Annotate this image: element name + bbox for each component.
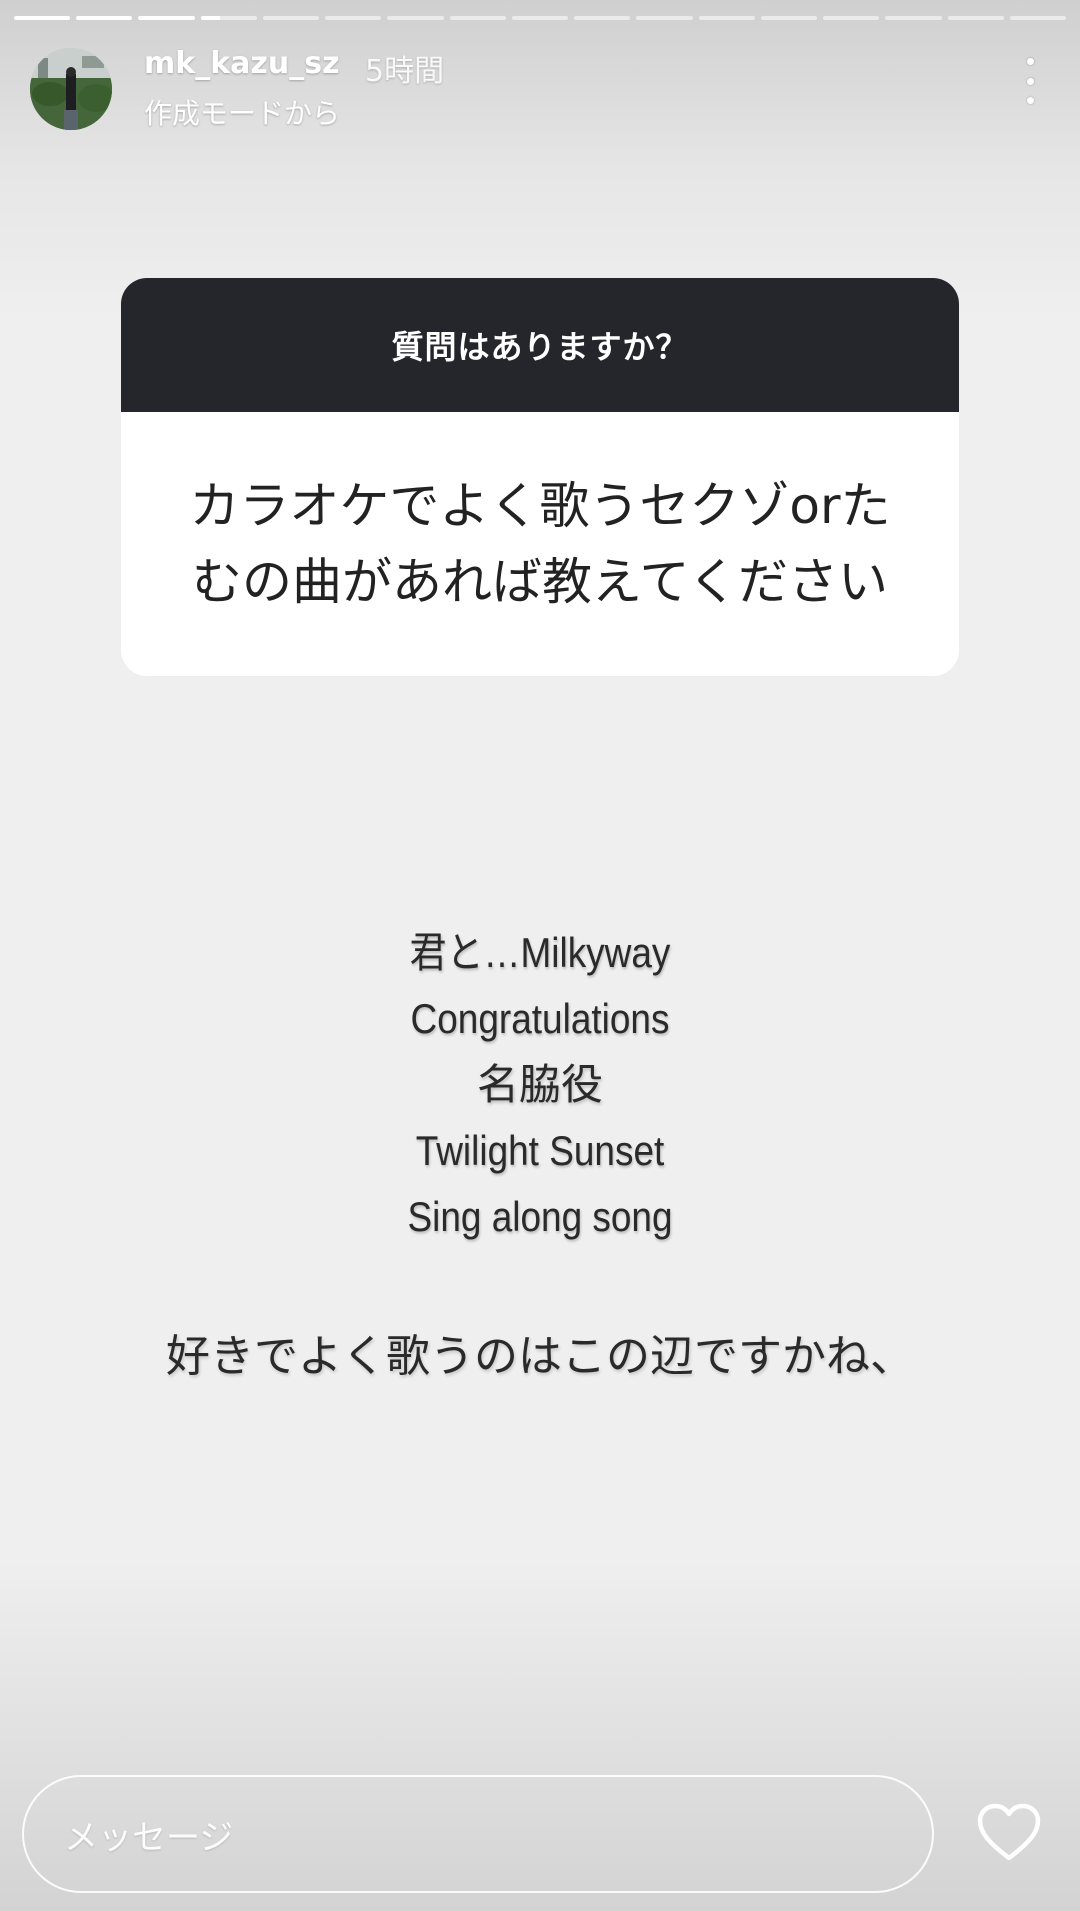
message-input[interactable]: メッセージ [22,1775,934,1893]
progress-segment [698,16,755,20]
progress-segment [387,16,444,20]
song-list: 君と…Milkyway Congratulations 名脇役 Twilight… [0,920,1080,1250]
message-placeholder: メッセージ [64,1817,234,1858]
progress-segment [14,16,71,20]
progress-segment [449,16,506,20]
progress-segment [885,16,942,20]
question-text: カラオケでよく歌うセクゾorた むの曲があれば教えてください [121,412,959,676]
creation-mode-label[interactable]: 作成モードから [144,92,340,132]
song-title: Sing along song [407,1193,673,1240]
heart-outline-icon [977,1803,1041,1861]
song-title: Twilight Sunset [415,1127,665,1174]
progress-segment [262,16,320,20]
progress-segment [636,16,693,20]
story-screen: mk_kazu_sz 5時間 作成モードから 質問はありますか？ カラオケでよく… [0,0,1080,1911]
progress-segment [511,16,569,20]
progress-segment [760,16,818,20]
progress-segment [76,16,133,20]
progress-segment [200,16,257,20]
story-progress-bar [14,16,1066,20]
progress-segment [823,16,880,20]
answer-comment: 好きでよく歌うのはこの辺ですかね、 [166,1331,914,1382]
more-options-button[interactable] [1018,58,1042,104]
like-button[interactable] [976,1802,1042,1864]
story-header: mk_kazu_sz 5時間 作成モードから [30,44,1050,134]
song-title: Congratulations [410,995,670,1042]
song-title: 君と…Milkyway [409,929,671,976]
progress-segment [574,16,631,20]
song-title: 名脇役 [476,1060,603,1109]
progress-segment [947,16,1004,20]
username[interactable]: mk_kazu_sz [144,46,340,81]
progress-segment [325,16,382,20]
more-vertical-icon [1026,58,1034,65]
progress-segment [138,16,195,20]
question-sticker-title: 質問はありますか？ [121,278,959,412]
avatar-photo [30,48,112,130]
question-line: むの曲があれば教えてください [192,553,888,611]
avatar[interactable] [30,48,112,130]
question-line: カラオケでよく歌うセクゾorた [189,477,891,535]
question-sticker[interactable]: 質問はありますか？ カラオケでよく歌うセクゾorた むの曲があれば教えてください [121,278,959,676]
progress-segment [1009,16,1066,20]
post-time: 5時間 [365,54,445,89]
